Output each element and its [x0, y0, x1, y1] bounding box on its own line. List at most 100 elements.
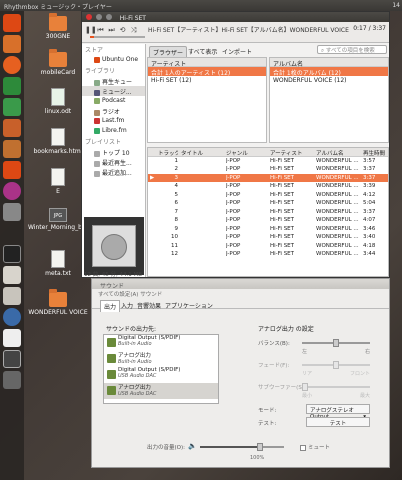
track-number: 11 — [171, 242, 178, 249]
mute-checkbox[interactable] — [300, 444, 306, 451]
track-row[interactable]: 10 J-POP Hi-Fi SET WONDERFUL ... 3:40 — [148, 233, 388, 242]
track-row[interactable]: ▶ 3 J-POP Hi-Fi SET WONDERFUL ... 3:37 — [148, 173, 388, 182]
balance-label: バランス(B): — [258, 341, 290, 347]
close-icon[interactable] — [86, 14, 92, 20]
browser-panes: アーティスト 合計 1人のアーティスト (12) Hi-Fi SET (12) … — [147, 57, 389, 143]
test-button[interactable]: テスト — [306, 417, 370, 427]
shuffle-icon[interactable]: ⤨ — [129, 26, 138, 35]
breadcrumb[interactable]: すべての設定(A) サウンド — [92, 289, 389, 298]
output-device-item[interactable]: アナログ出力 Built-in Audio — [104, 351, 218, 367]
playing-icon: ▶ — [150, 174, 155, 181]
window-titlebar[interactable]: Hi-Fi SET — [82, 12, 389, 22]
track-row[interactable]: 5 J-POP Hi-Fi SET WONDERFUL ... 4:12 — [148, 191, 388, 200]
software-center-icon[interactable] — [3, 140, 21, 158]
ubuntu-one-icon[interactable] — [3, 161, 21, 179]
libreoffice-impress-icon[interactable] — [3, 119, 21, 137]
artist-header[interactable]: アーティスト — [148, 58, 266, 68]
sound-settings-icon[interactable] — [3, 350, 21, 368]
fade-slider-knob[interactable] — [333, 361, 339, 369]
output-device-item[interactable]: アナログ出力 USB Audio DAC — [104, 383, 218, 399]
track-album: WONDERFUL ... — [316, 174, 359, 181]
next-icon[interactable]: ⏭ — [107, 26, 116, 35]
album-row[interactable]: 合計 1枚のアルバム (12) — [270, 67, 388, 77]
tab-show-all[interactable]: すべて表示 — [185, 46, 220, 57]
track-row[interactable]: 4 J-POP Hi-Fi SET WONDERFUL ... 3:39 — [148, 182, 388, 191]
track-row[interactable]: 2 J-POP Hi-Fi SET WONDERFUL ... 3:37 — [148, 165, 388, 174]
libreoffice-writer-icon[interactable] — [3, 77, 21, 95]
disk-icon[interactable] — [3, 329, 21, 347]
rhythmbox-icon[interactable] — [3, 308, 21, 326]
sidebar-item-music[interactable]: ミュージ... — [82, 86, 145, 96]
libreoffice-calc-icon[interactable] — [3, 98, 21, 116]
minimize-icon[interactable] — [95, 14, 102, 20]
desktop-icon-folder[interactable]: WONDERFUL VOICE — [28, 289, 88, 316]
track-row[interactable]: 12 J-POP Hi-Fi SET WONDERFUL ... 3:44 — [148, 250, 388, 259]
desktop-icon-file[interactable]: linux.odt — [28, 88, 88, 115]
volume-slider-knob[interactable] — [257, 443, 263, 451]
search-input[interactable]: ⌕ すべての項目を検索 — [317, 45, 387, 54]
track-row[interactable]: 11 J-POP Hi-Fi SET WONDERFUL ... 4:18 — [148, 242, 388, 251]
track-row[interactable]: 8 J-POP Hi-Fi SET WONDERFUL ... 4:07 — [148, 216, 388, 225]
dash-icon[interactable] — [3, 14, 21, 32]
track-number: 12 — [171, 251, 178, 257]
home-folder-icon[interactable] — [3, 35, 21, 53]
desktop-icon-file[interactable]: E — [28, 168, 88, 195]
sidebar-item-play-queue[interactable]: 再生キュー — [82, 76, 145, 86]
album-row[interactable]: WONDERFUL VOICE (12) — [270, 76, 388, 85]
track-artist: Hi-Fi SET — [270, 251, 295, 257]
sidebar-item-lastfm[interactable]: Last.fm — [82, 116, 145, 126]
track-number: 1 — [174, 157, 179, 164]
window-titlebar[interactable]: サウンド — [92, 279, 389, 290]
sidebar-item-librefm[interactable]: Libre.fm — [82, 126, 145, 136]
panel-clock[interactable]: 14 — [392, 2, 400, 9]
terminal-icon[interactable] — [3, 245, 21, 263]
tab-sound-effects[interactable]: 音響効果 — [134, 300, 164, 311]
track-row[interactable]: 1 J-POP Hi-Fi SET WONDERFUL ... 3:57 — [148, 157, 388, 166]
subwoofer-slider-knob[interactable] — [302, 383, 308, 391]
desktop-icon-folder[interactable]: mobileCard — [28, 49, 88, 76]
output-volume-slider[interactable] — [200, 443, 284, 451]
repeat-icon[interactable]: ⟲ — [118, 26, 127, 35]
tab-output[interactable]: 出力 — [100, 300, 121, 312]
track-row[interactable]: 7 J-POP Hi-Fi SET WONDERFUL ... 3:37 — [148, 208, 388, 217]
sidebar-item-top10[interactable]: トップ 10 — [82, 147, 145, 157]
desktop-icon-file[interactable]: meta.txt — [28, 250, 88, 277]
previous-icon[interactable]: ⏮ — [96, 26, 105, 35]
subwoofer-slider[interactable] — [302, 383, 370, 391]
mode-select[interactable]: アナログステレオ Output▾ — [306, 404, 370, 420]
desktop-icon-image[interactable]: JPGWinter_Morning_by_Shannon_Lucas.jpg — [28, 208, 146, 231]
sidebar-item-radio[interactable]: ラジオ — [82, 106, 145, 116]
text-file-icon — [51, 250, 65, 268]
artist-row[interactable]: Hi-Fi SET (12) — [148, 76, 266, 85]
firefox-icon[interactable] — [3, 56, 21, 74]
image-viewer-icon[interactable] — [3, 287, 21, 305]
output-device-item[interactable]: Digital Output (S/PDIF) USB Audio DAC — [104, 367, 218, 383]
track-row[interactable]: 6 J-POP Hi-Fi SET WONDERFUL ... 5:04 — [148, 199, 388, 208]
tab-applications[interactable]: アプリケーション — [162, 300, 216, 311]
maximize-icon[interactable] — [105, 14, 112, 20]
desktop-icon-folder[interactable]: 300GNE — [28, 13, 88, 40]
artist-row[interactable]: 合計 1人のアーティスト (12) — [148, 67, 266, 77]
trash-icon[interactable] — [3, 371, 21, 389]
cd-case-icon — [92, 225, 136, 267]
library-header: ライブラリ — [85, 68, 116, 75]
sidebar-item-podcast[interactable]: Podcast — [82, 96, 145, 106]
track-row[interactable]: 9 J-POP Hi-Fi SET WONDERFUL ... 3:46 — [148, 225, 388, 234]
desktop-icon-file[interactable]: bookmarks.html — [28, 128, 88, 155]
output-device-label: サウンドの出力先: — [106, 326, 157, 333]
seek-slider[interactable] — [90, 36, 145, 38]
sidebar-item-ubuntu-one[interactable]: Ubuntu One — [82, 55, 145, 65]
output-device-item[interactable]: Digital Output (S/PDIF) Built-in Audio — [104, 335, 218, 351]
balance-slider-knob[interactable] — [333, 339, 339, 347]
text-editor-icon[interactable] — [3, 266, 21, 284]
workspace-switcher-icon[interactable] — [3, 203, 21, 221]
sidebar-item-recent-played[interactable]: 最近再生... — [82, 157, 145, 167]
album-header[interactable]: アルバム名 — [270, 58, 388, 68]
balance-slider[interactable] — [302, 339, 370, 347]
mute-toggle[interactable]: ミュート — [300, 443, 330, 451]
tab-import[interactable]: インポート — [219, 46, 255, 57]
system-settings-icon[interactable] — [3, 182, 21, 200]
sidebar-item-recent-added[interactable]: 最近追加... — [82, 167, 145, 177]
fade-slider[interactable] — [302, 361, 370, 369]
pause-icon[interactable]: ❚❚ — [85, 26, 97, 35]
